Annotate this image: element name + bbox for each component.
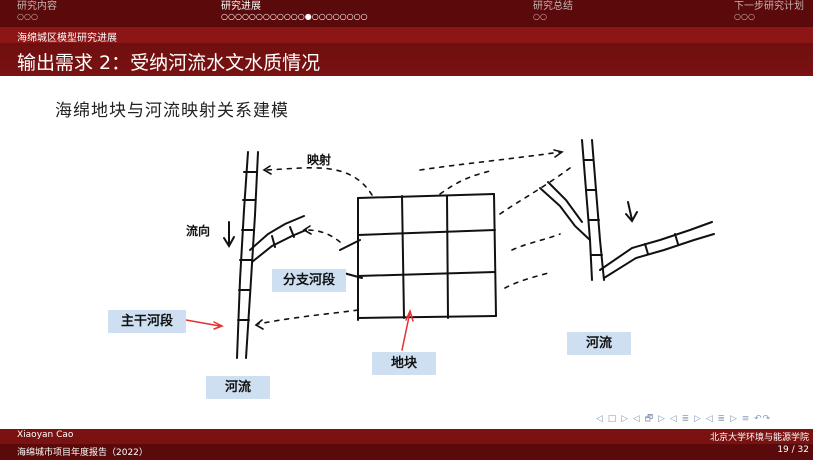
- label-flow-direction: 流向: [186, 224, 211, 238]
- label-parcel: 地块: [372, 352, 436, 375]
- nav-dots[interactable]: ○○○○○○○○○○○○●○○○○○○○○: [221, 12, 368, 21]
- mapping-arrowheads: [254, 149, 564, 330]
- right-river-sketch: [539, 139, 715, 281]
- mapping-dashed-arrows: [257, 151, 571, 325]
- footer-short-title: 海绵城市项目年度报告（2022）: [17, 448, 148, 458]
- nav-dots[interactable]: ○○: [533, 12, 573, 21]
- left-branch-river-sketch: [249, 215, 307, 263]
- nav-dots[interactable]: ○○○: [734, 12, 804, 21]
- frame-title: 输出需求 2：受纳河流水文水质情况: [17, 52, 321, 74]
- slide-heading: 海绵地块与河流映射关系建模: [55, 101, 289, 121]
- label-main-segment: 主干河段: [108, 310, 186, 333]
- left-main-river-sketch: [236, 151, 259, 359]
- nav-section-research-summary[interactable]: 研究总结 ○○: [533, 1, 573, 21]
- footer-title-bar: 海绵城市项目年度报告（2022） 19 / 32: [0, 444, 813, 460]
- frame-title-bar: 输出需求 2：受纳河流水文水质情况: [0, 43, 813, 76]
- footer-institute: 北京大学环境与能源学院: [709, 433, 809, 443]
- label-branch-segment: 分支河段: [272, 269, 346, 292]
- nav-section-label: 下一步研究计划: [734, 1, 804, 12]
- flow-direction-arrow: [223, 221, 235, 248]
- label-mapping: 映射: [307, 153, 332, 167]
- nav-section-research-progress[interactable]: 研究进展 ○○○○○○○○○○○○●○○○○○○○○: [221, 1, 368, 21]
- nav-section-research-content[interactable]: 研究内容 ○○○: [17, 1, 57, 21]
- nav-section-label: 研究总结: [533, 1, 573, 12]
- subsection-title: 海绵城区模型研究进展: [17, 33, 117, 44]
- beamer-navigation-symbols[interactable]: ◁ □ ▷ ◁ 🗗 ▷ ◁ ≣ ▷ ◁ ≣ ▷ ≡ ↶↷: [596, 411, 771, 427]
- nav-section-next-plan[interactable]: 下一步研究计划 ○○○: [734, 1, 804, 21]
- parcel-grid-sketch: [339, 193, 497, 321]
- footer-page-number: 19 / 32: [777, 445, 809, 455]
- nav-section-label: 研究进展: [221, 1, 261, 12]
- label-river-right: 河流: [567, 332, 631, 355]
- subsection-bar: 海绵城区模型研究进展: [0, 27, 813, 44]
- footer-author-bar: Xiaoyan Cao 北京大学环境与能源学院: [0, 429, 813, 444]
- nav-dots[interactable]: ○○○: [17, 12, 57, 21]
- label-river-left: 河流: [206, 376, 270, 399]
- footer-author: Xiaoyan Cao: [17, 430, 74, 440]
- nav-section-label: 研究内容: [17, 1, 57, 12]
- section-navigation: 研究内容 ○○○ 研究进展 ○○○○○○○○○○○○●○○○○○○○○ 研究总结…: [0, 0, 813, 27]
